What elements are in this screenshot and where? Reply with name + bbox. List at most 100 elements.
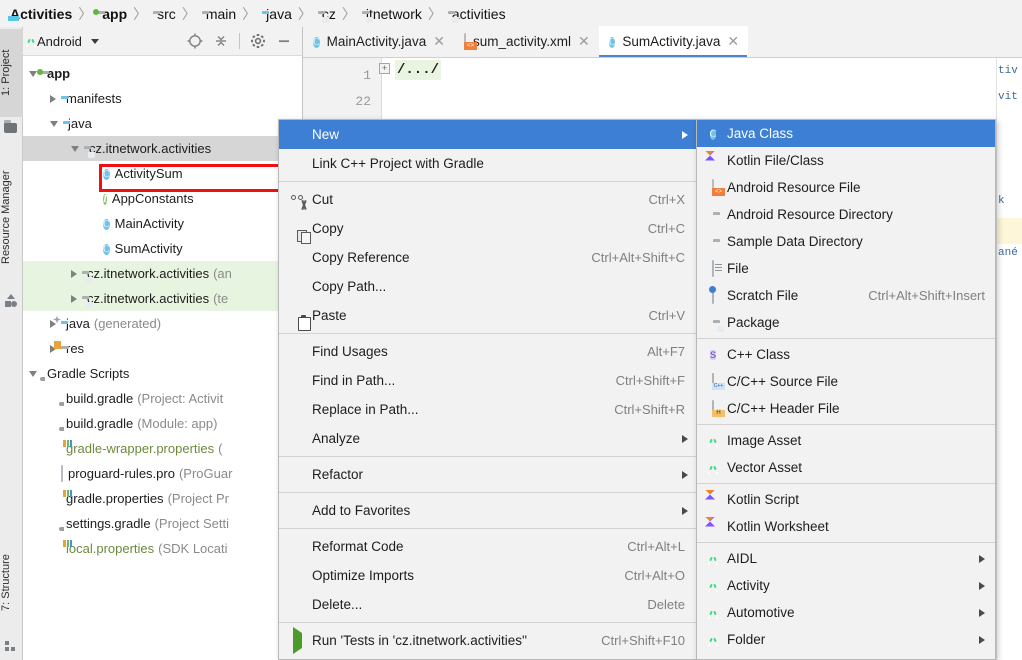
chevron-down-icon[interactable] bbox=[29, 371, 37, 377]
menu-item-paste[interactable]: PasteCtrl+V bbox=[279, 301, 697, 330]
breadcrumb-item-cz[interactable]: cz bbox=[318, 0, 336, 27]
menu-item-aidl[interactable]: AIDL bbox=[697, 545, 995, 572]
menu-item-c-c-header-file[interactable]: C/C++ Header File bbox=[697, 395, 995, 422]
tree-row[interactable]: cz.itnetwork.activities(te bbox=[23, 286, 302, 311]
breadcrumb-item-app[interactable]: app bbox=[98, 0, 127, 27]
menu-item-find-in-path[interactable]: Find in Path...Ctrl+Shift+F bbox=[279, 366, 697, 395]
tree-row-subtitle: (SDK Locati bbox=[154, 541, 227, 556]
menu-item-scratch-file[interactable]: Scratch FileCtrl+Alt+Shift+Insert bbox=[697, 282, 995, 309]
editor-tab[interactable]: CSumActivity.java✕ bbox=[599, 26, 748, 57]
menu-item-icon-slot bbox=[703, 374, 723, 389]
chevron-right-icon[interactable] bbox=[71, 295, 77, 303]
menu-item-replace-in-path[interactable]: Replace in Path...Ctrl+Shift+R bbox=[279, 395, 697, 424]
menu-item-kotlin-file-class[interactable]: Kotlin File/Class bbox=[697, 147, 995, 174]
menu-item-refactor[interactable]: Refactor bbox=[279, 460, 697, 489]
menu-item-fragment[interactable]: Fragment bbox=[697, 653, 995, 660]
menu-item-c-class[interactable]: SC++ Class bbox=[697, 341, 995, 368]
menu-item-reformat-code[interactable]: Reformat CodeCtrl+Alt+L bbox=[279, 532, 697, 561]
tree-row[interactable]: local.properties(SDK Locati bbox=[23, 536, 302, 561]
menu-item-folder[interactable]: Folder bbox=[697, 626, 995, 653]
menu-item-copy[interactable]: CopyCtrl+C bbox=[279, 214, 697, 243]
chevron-right-icon[interactable] bbox=[50, 95, 56, 103]
menu-item-android-resource-file[interactable]: Android Resource File bbox=[697, 174, 995, 201]
menu-item-label: Scratch File bbox=[723, 288, 798, 303]
sidebar-item-structure[interactable]: 7: Structure bbox=[0, 535, 23, 631]
breadcrumb-item-main[interactable]: main bbox=[202, 0, 236, 27]
chevron-down-icon[interactable] bbox=[29, 71, 37, 77]
hide-icon[interactable] bbox=[276, 33, 292, 49]
chevron-down-icon[interactable] bbox=[71, 146, 79, 152]
breadcrumb-item-itnetwork[interactable]: itnetwork bbox=[362, 0, 422, 27]
menu-item-package[interactable]: Package bbox=[697, 309, 995, 336]
tree-row[interactable]: settings.gradle(Project Setti bbox=[23, 511, 302, 536]
close-icon[interactable]: ✕ bbox=[727, 33, 739, 50]
editor-tab[interactable]: CMainActivity.java✕ bbox=[303, 26, 454, 57]
chevron-right-icon[interactable] bbox=[71, 270, 77, 278]
menu-item-delete[interactable]: Delete...Delete bbox=[279, 590, 697, 619]
menu-separator bbox=[279, 492, 697, 493]
chevron-down-icon[interactable] bbox=[50, 121, 58, 127]
breadcrumb-item-src[interactable]: src bbox=[153, 0, 176, 27]
tree-row[interactable]: res bbox=[23, 336, 302, 361]
menu-item-find-usages[interactable]: Find UsagesAlt+F7 bbox=[279, 337, 697, 366]
menu-item-automotive[interactable]: Automotive bbox=[697, 599, 995, 626]
menu-item-android-resource-directory[interactable]: Android Resource Directory bbox=[697, 201, 995, 228]
menu-item-analyze[interactable]: Analyze bbox=[279, 424, 697, 453]
tree-row[interactable]: cz.itnetwork.activities(an bbox=[23, 261, 302, 286]
locate-icon[interactable] bbox=[187, 33, 203, 49]
tree-row[interactable]: java(generated) bbox=[23, 311, 302, 336]
menu-item-icon-slot bbox=[703, 288, 723, 303]
breadcrumb-item-activities[interactable]: activities bbox=[448, 0, 506, 27]
editor-tab[interactable]: sum_activity.xml✕ bbox=[454, 26, 599, 57]
tree-row[interactable]: proguard-rules.pro(ProGuar bbox=[23, 461, 302, 486]
menu-item-java-class[interactable]: CJava Class bbox=[697, 120, 995, 147]
menu-item-file[interactable]: File bbox=[697, 255, 995, 282]
tree-row[interactable]: CMainActivity bbox=[23, 211, 302, 236]
tree-row[interactable]: Gradle Scripts bbox=[23, 361, 302, 386]
tree-row[interactable]: manifests bbox=[23, 86, 302, 111]
breadcrumb-item-java[interactable]: java bbox=[262, 0, 292, 27]
close-icon[interactable]: ✕ bbox=[433, 33, 445, 50]
sidebar-item-project[interactable]: 1: Project bbox=[0, 29, 23, 117]
menu-item-shortcut: Ctrl+Shift+F bbox=[616, 373, 697, 388]
tree-row[interactable]: build.gradle(Module: app) bbox=[23, 411, 302, 436]
tree-row[interactable]: java bbox=[23, 111, 302, 136]
menu-item-activity[interactable]: Activity bbox=[697, 572, 995, 599]
menu-item-copy-path[interactable]: Copy Path... bbox=[279, 272, 697, 301]
menu-item-link-c-project-with-gradle[interactable]: Link C++ Project with Gradle bbox=[279, 149, 697, 178]
close-icon[interactable]: ✕ bbox=[578, 33, 590, 50]
menu-item-label: Find Usages bbox=[306, 344, 388, 359]
folded-code-placeholder[interactable]: /.../ bbox=[395, 60, 441, 80]
menu-item-add-to-favorites[interactable]: Add to Favorites bbox=[279, 496, 697, 525]
menu-item-optimize-imports[interactable]: Optimize ImportsCtrl+Alt+O bbox=[279, 561, 697, 590]
menu-item-cut[interactable]: CutCtrl+X bbox=[279, 185, 697, 214]
cpp-header-icon bbox=[712, 401, 714, 416]
menu-item-c-c-source-file[interactable]: C/C++ Source File bbox=[697, 368, 995, 395]
tree-row[interactable]: cz.itnetwork.activities bbox=[23, 136, 302, 161]
menu-item-kotlin-script[interactable]: Kotlin Script bbox=[697, 486, 995, 513]
menu-item-kotlin-worksheet[interactable]: Kotlin Worksheet bbox=[697, 513, 995, 540]
project-view-selector-label[interactable]: Android bbox=[31, 34, 82, 49]
fold-expand-icon[interactable]: + bbox=[379, 63, 390, 74]
menu-item-run-tests-in-cz-itnetwork-activities[interactable]: Run 'Tests in 'cz.itnetwork.activities''… bbox=[279, 626, 697, 655]
collapse-all-icon[interactable] bbox=[213, 33, 229, 49]
chevron-down-icon[interactable] bbox=[91, 39, 99, 44]
tree-row[interactable]: gradle.properties(Project Pr bbox=[23, 486, 302, 511]
gear-icon[interactable] bbox=[250, 33, 266, 49]
breadcrumb-item-activities[interactable]: Activities bbox=[6, 0, 72, 27]
tree-row[interactable]: build.gradle(Project: Activit bbox=[23, 386, 302, 411]
menu-item-debug-tests-in-cz-itnetwork-activities[interactable]: Debug 'Tests in 'cz.itnetwork.activities… bbox=[279, 655, 697, 660]
menu-item-new[interactable]: New bbox=[279, 120, 697, 149]
tree-row[interactable]: gradle-wrapper.properties( bbox=[23, 436, 302, 461]
tree-row[interactable]: IAppConstants bbox=[23, 186, 302, 211]
menu-item-copy-reference[interactable]: Copy ReferenceCtrl+Alt+Shift+C bbox=[279, 243, 697, 272]
tree-row[interactable]: CSumActivity bbox=[23, 236, 302, 261]
tree-row[interactable]: CActivitySum bbox=[23, 161, 302, 186]
sidebar-item-resource-manager[interactable]: Resource Manager bbox=[0, 147, 23, 287]
menu-item-sample-data-directory[interactable]: Sample Data Directory bbox=[697, 228, 995, 255]
menu-item-vector-asset[interactable]: Vector Asset bbox=[697, 454, 995, 481]
chevron-right-icon[interactable] bbox=[50, 320, 56, 328]
menu-item-image-asset[interactable]: Image Asset bbox=[697, 427, 995, 454]
tree-row[interactable]: app bbox=[23, 61, 302, 86]
breadcrumb-separator: 〉 bbox=[336, 4, 362, 24]
